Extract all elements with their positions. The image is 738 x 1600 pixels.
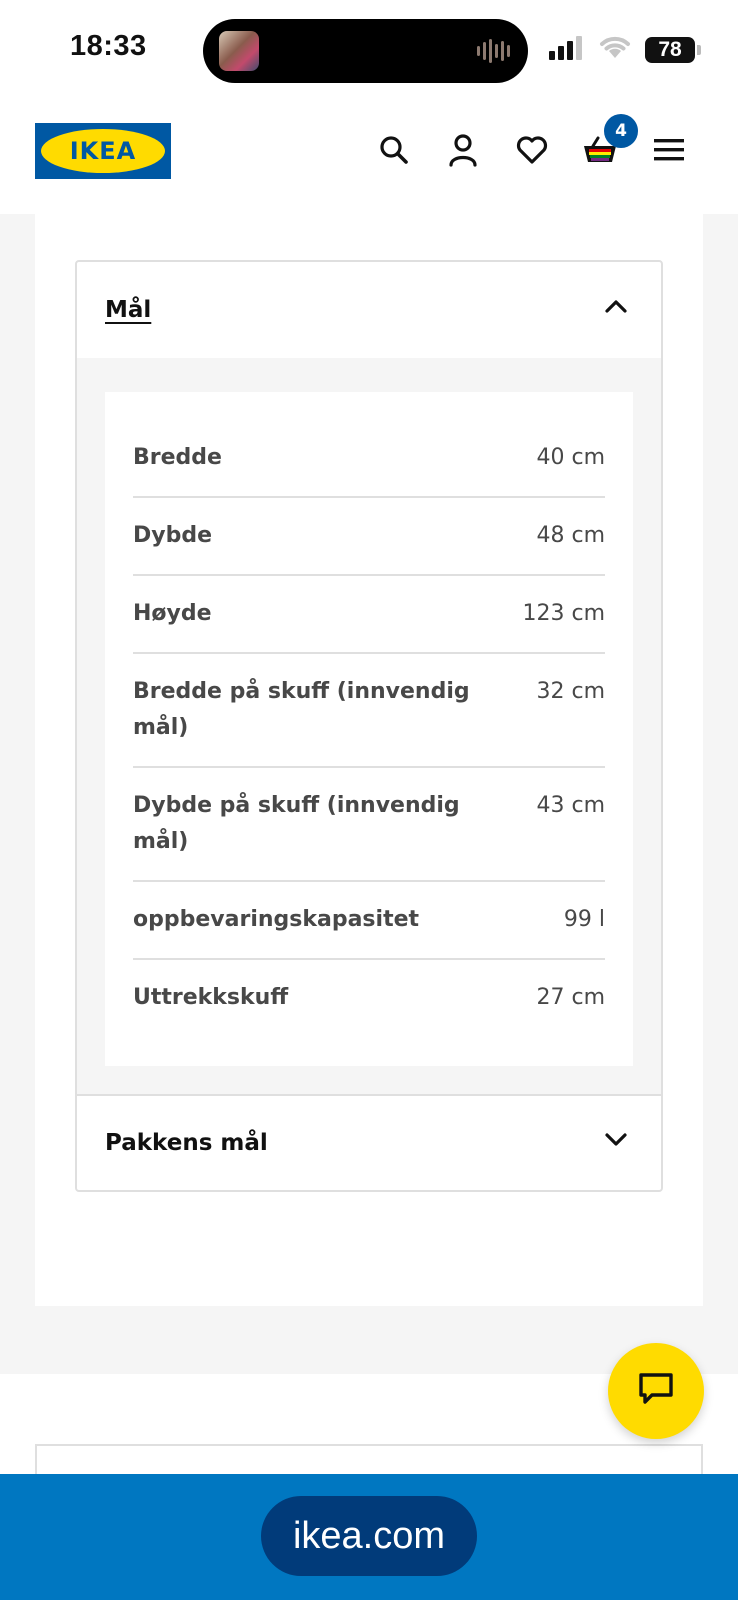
now-playing-thumbnail[interactable]	[219, 31, 259, 71]
browser-address-bar: ikea.com	[0, 1474, 738, 1600]
cellular-signal-icon	[549, 36, 582, 60]
chevron-down-icon[interactable]	[605, 1132, 627, 1151]
chevron-up-icon[interactable]	[605, 298, 627, 317]
dimension-row: oppbevaringskapasitet 99 l	[133, 882, 605, 960]
chat-icon	[638, 1372, 674, 1410]
product-details-card: Mål Bredde 40 cm Dybde 48 cm Høyde 123 c…	[35, 214, 703, 1306]
dimension-label: Dybde på skuff (innvendig mål)	[133, 793, 460, 854]
dimension-row: Bredde 40 cm	[133, 420, 605, 498]
dimension-row: Dybde på skuff (innvendig mål) 43 cm	[133, 768, 605, 882]
dimensions-title: Mål	[105, 297, 152, 323]
dimensions-body: Bredde 40 cm Dybde 48 cm Høyde 123 cm Br…	[77, 358, 661, 1094]
dimension-row: Uttrekkskuff 27 cm	[133, 960, 605, 1036]
status-time: 18:33	[70, 30, 147, 62]
dimension-label: Uttrekkskuff	[133, 985, 289, 1010]
cart-count-badge: 4	[604, 114, 638, 148]
dimension-value: 32 cm	[536, 679, 605, 704]
dimension-label: Bredde	[133, 445, 222, 470]
audio-waveform-icon	[477, 39, 510, 63]
dimension-label: Bredde på skuff (innvendig mål)	[133, 679, 470, 740]
dynamic-island[interactable]	[203, 19, 528, 83]
cart-icon[interactable]: 4	[580, 114, 638, 170]
heart-icon[interactable]	[512, 130, 552, 170]
dimension-value: 48 cm	[536, 523, 605, 548]
logo-text: IKEA	[69, 137, 137, 165]
url-text: ikea.com	[292, 1514, 446, 1557]
dimension-label: Høyde	[133, 601, 212, 626]
dimension-value: 40 cm	[536, 445, 605, 470]
battery-level: 78	[658, 38, 682, 61]
ikea-logo[interactable]: IKEA	[35, 123, 171, 179]
dimensions-accordion: Mål Bredde 40 cm Dybde 48 cm Høyde 123 c…	[75, 260, 663, 1192]
dimension-row: Bredde på skuff (innvendig mål) 32 cm	[133, 654, 605, 768]
account-icon[interactable]	[443, 130, 483, 170]
search-icon[interactable]	[374, 130, 414, 170]
dimension-row: Høyde 123 cm	[133, 576, 605, 654]
package-title: Pakkens mål	[105, 1130, 268, 1156]
menu-icon[interactable]	[649, 130, 689, 170]
battery-icon: 78	[645, 37, 701, 63]
dimension-label: Dybde	[133, 523, 213, 548]
dimension-value: 27 cm	[536, 985, 605, 1010]
logo-oval: IKEA	[41, 129, 165, 173]
site-header: IKEA 4	[0, 98, 738, 214]
dimension-value: 43 cm	[536, 793, 605, 818]
wifi-icon	[598, 34, 632, 64]
dimensions-table: Bredde 40 cm Dybde 48 cm Høyde 123 cm Br…	[105, 392, 633, 1066]
accordion-header-package[interactable]: Pakkens mål	[77, 1094, 661, 1190]
url-pill[interactable]: ikea.com	[261, 1496, 477, 1576]
dimension-label: oppbevaringskapasitet	[133, 907, 420, 932]
dimension-value: 123 cm	[522, 601, 605, 626]
chat-button[interactable]	[608, 1343, 704, 1439]
dimension-row: Dybde 48 cm	[133, 498, 605, 576]
dimension-value: 99 l	[563, 907, 605, 932]
status-bar: 18:33 78	[0, 0, 738, 98]
accordion-header-dimensions[interactable]: Mål	[77, 262, 661, 358]
